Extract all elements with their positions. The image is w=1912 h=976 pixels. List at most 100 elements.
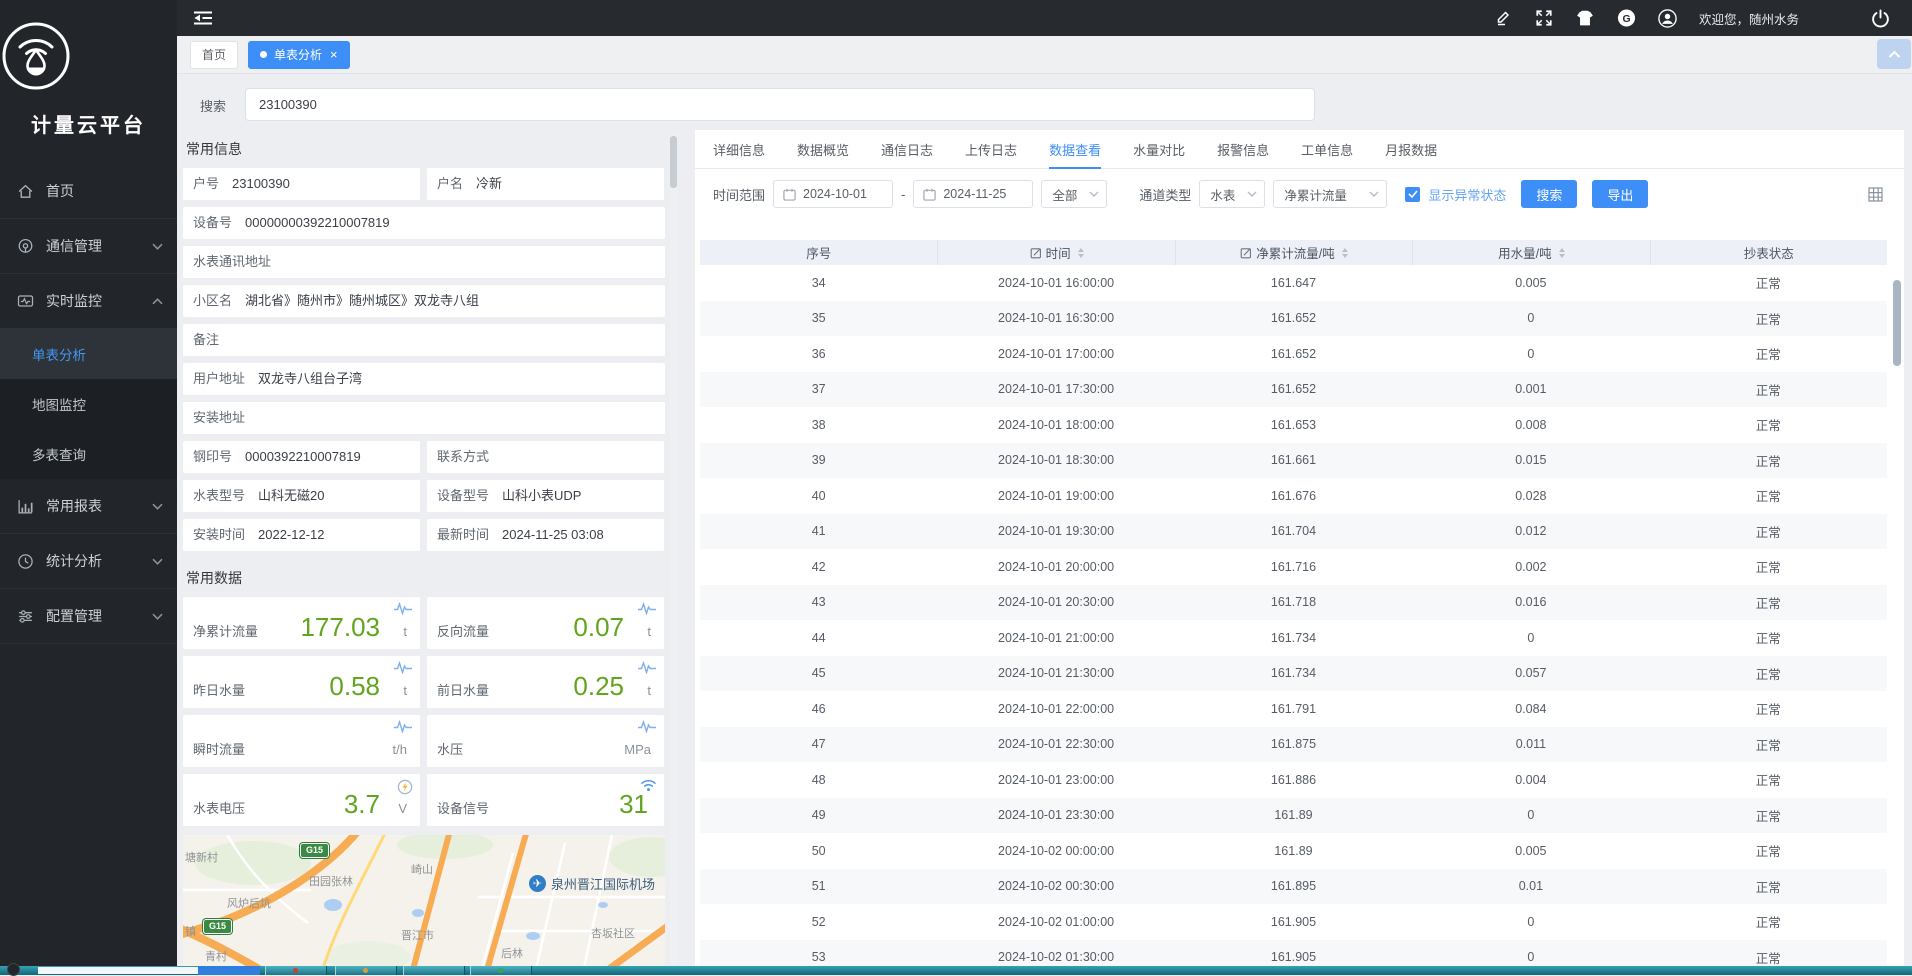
- channel-select[interactable]: 水表: [1199, 180, 1265, 208]
- table-cell: 49: [700, 798, 937, 834]
- detail-tab-9[interactable]: 月报数据: [1385, 130, 1437, 168]
- sidebar-item-comm[interactable]: 通信管理: [0, 219, 177, 274]
- metric-select[interactable]: 净累计流量: [1273, 180, 1387, 208]
- table-cell: 0.015: [1412, 443, 1649, 479]
- clock-icon: [16, 552, 34, 570]
- taskbar-search[interactable]: [38, 967, 198, 974]
- table-row[interactable]: 352024-10-01 16:30:00161.6520正常: [700, 301, 1887, 337]
- edit-icon[interactable]: [1494, 9, 1513, 28]
- stat-unit: t: [647, 624, 651, 639]
- detail-tab-1[interactable]: 详细信息: [713, 130, 765, 168]
- detail-tab-3[interactable]: 通信日志: [881, 130, 933, 168]
- taskbar-window-active[interactable]: [198, 966, 260, 975]
- start-button[interactable]: [7, 963, 20, 976]
- table-cell: 50: [700, 833, 937, 869]
- date-to-input[interactable]: 2024-11-25: [913, 180, 1033, 208]
- table-cell: 44: [700, 620, 937, 656]
- table-row[interactable]: 522024-10-02 01:00:00161.9050正常: [700, 904, 1887, 940]
- google-icon[interactable]: G: [1617, 9, 1636, 28]
- table-row[interactable]: 502024-10-02 00:00:00161.890.005正常: [700, 833, 1887, 869]
- table-cell: 0.008: [1412, 407, 1649, 443]
- tab-chip-home[interactable]: 首页: [190, 41, 238, 69]
- search-input[interactable]: [245, 88, 1315, 121]
- sidebar-item-config[interactable]: 配置管理: [0, 589, 177, 644]
- field-label: 小区名: [193, 293, 232, 308]
- tab-chip-active[interactable]: 单表分析×: [248, 41, 350, 69]
- field-value: 冷新: [476, 176, 502, 191]
- sort-carets-icon[interactable]: [1078, 248, 1084, 258]
- taskbar-window[interactable]: [403, 966, 465, 975]
- detail-tab-7[interactable]: 报警信息: [1217, 130, 1269, 168]
- sidebar-item-single-analysis[interactable]: 单表分析: [0, 329, 177, 379]
- table-cell: 正常: [1650, 265, 1887, 301]
- sidebar-item-map-monitor[interactable]: 地图监控: [0, 379, 177, 429]
- taskbar-window[interactable]: [470, 966, 532, 975]
- stats-cards: 净累计流量177.03t反向流量0.07t昨日水量0.58t前日水量0.25t瞬…: [183, 597, 665, 826]
- sort-carets-icon[interactable]: [1342, 248, 1348, 258]
- sort-carets-icon[interactable]: [1559, 248, 1565, 258]
- granularity-select[interactable]: 全部: [1041, 180, 1107, 208]
- table-scrollbar-thumb[interactable]: [1893, 280, 1901, 366]
- table-cell: 正常: [1650, 585, 1887, 621]
- sidebar-item-reports[interactable]: 常用报表: [0, 479, 177, 534]
- sidebar-item-statistics[interactable]: 统计分析: [0, 534, 177, 589]
- export-button[interactable]: 导出: [1592, 180, 1648, 208]
- chevron-down-icon: [1247, 191, 1257, 197]
- table-row[interactable]: 372024-10-01 17:30:00161.6520.001正常: [700, 372, 1887, 408]
- power-icon[interactable]: [1871, 9, 1890, 28]
- detail-tab-6[interactable]: 水量对比: [1133, 130, 1185, 168]
- table-row[interactable]: 482024-10-01 23:00:00161.8860.004正常: [700, 762, 1887, 798]
- table-row[interactable]: 432024-10-01 20:30:00161.7180.016正常: [700, 585, 1887, 621]
- left-panel-scrollbar-track[interactable]: [670, 134, 677, 965]
- table-row[interactable]: 532024-10-02 01:30:00161.9050正常: [700, 940, 1887, 967]
- table-cell: 0.005: [1412, 833, 1649, 869]
- table-header-cell[interactable]: 用水量/吨: [1412, 240, 1649, 265]
- detail-tab-5[interactable]: 数据查看: [1049, 130, 1101, 168]
- table-row[interactable]: 452024-10-01 21:30:00161.7340.057正常: [700, 656, 1887, 692]
- left-panel-scrollbar-thumb[interactable]: [670, 136, 677, 188]
- map-airport-marker[interactable]: ✈ 泉州晋江国际机场: [529, 874, 655, 893]
- sidebar-item-multi-query[interactable]: 多表查询: [0, 429, 177, 479]
- close-icon[interactable]: ×: [330, 48, 338, 61]
- table-cell: 39: [700, 443, 937, 479]
- table-row[interactable]: 462024-10-01 22:00:00161.7910.084正常: [700, 691, 1887, 727]
- table-header-cell[interactable]: 时间: [937, 240, 1174, 265]
- collapse-panel-button[interactable]: [1877, 39, 1911, 69]
- abnormal-checkbox[interactable]: [1405, 187, 1420, 202]
- sidebar-item-label: 配置管理: [46, 606, 102, 626]
- table-cell: 2024-10-01 21:30:00: [937, 656, 1174, 692]
- table-row[interactable]: 392024-10-01 18:30:00161.6610.015正常: [700, 443, 1887, 479]
- table-row[interactable]: 402024-10-01 19:00:00161.6760.028正常: [700, 478, 1887, 514]
- column-settings-icon[interactable]: [1868, 187, 1883, 202]
- table-cell: 2024-10-01 20:00:00: [937, 549, 1174, 585]
- table-row[interactable]: 442024-10-01 21:00:00161.7340正常: [700, 620, 1887, 656]
- menu-collapse-icon[interactable]: [193, 10, 213, 26]
- map[interactable]: ✈ 泉州晋江国际机场 塘新村田园张林崎山风炉后坑镇晋江市后林杏坂社区青村G15G…: [183, 835, 665, 966]
- range-label: 时间范围: [713, 185, 765, 204]
- table-row[interactable]: 382024-10-01 18:00:00161.6530.008正常: [700, 407, 1887, 443]
- theme-icon[interactable]: [1576, 9, 1595, 28]
- table-row[interactable]: 362024-10-01 17:00:00161.6520正常: [700, 336, 1887, 372]
- fullscreen-icon[interactable]: [1535, 9, 1554, 28]
- table-row[interactable]: 512024-10-02 00:30:00161.8950.01正常: [700, 869, 1887, 905]
- taskbar-window[interactable]: [265, 966, 327, 975]
- table-row[interactable]: 422024-10-01 20:00:00161.7160.002正常: [700, 549, 1887, 585]
- search-button[interactable]: 搜索: [1521, 180, 1577, 208]
- taskbar-window[interactable]: [335, 966, 397, 975]
- detail-tab-2[interactable]: 数据概览: [797, 130, 849, 168]
- stat-card: 水压MPa: [427, 715, 664, 767]
- detail-tab-8[interactable]: 工单信息: [1301, 130, 1353, 168]
- table-row[interactable]: 492024-10-01 23:30:00161.890正常: [700, 798, 1887, 834]
- sidebar-item-home[interactable]: 首页: [0, 164, 177, 219]
- sidebar-item-realtime[interactable]: 实时监控: [0, 274, 177, 329]
- table-row[interactable]: 412024-10-01 19:30:00161.7040.012正常: [700, 514, 1887, 550]
- detail-tab-4[interactable]: 上传日志: [965, 130, 1017, 168]
- date-from-input[interactable]: 2024-10-01: [773, 180, 893, 208]
- info-fields: 户号23100390户名冷新设备号00000000392210007819水表通…: [183, 168, 665, 551]
- avatar[interactable]: [1658, 9, 1677, 28]
- table-row[interactable]: 342024-10-01 16:00:00161.6470.005正常: [700, 265, 1887, 301]
- table-header-cell[interactable]: 净累计流量/吨: [1175, 240, 1412, 265]
- map-place-label: 崎山: [411, 861, 433, 877]
- table-row[interactable]: 472024-10-01 22:30:00161.8750.011正常: [700, 727, 1887, 763]
- table-cell: 2024-10-01 22:30:00: [937, 727, 1174, 763]
